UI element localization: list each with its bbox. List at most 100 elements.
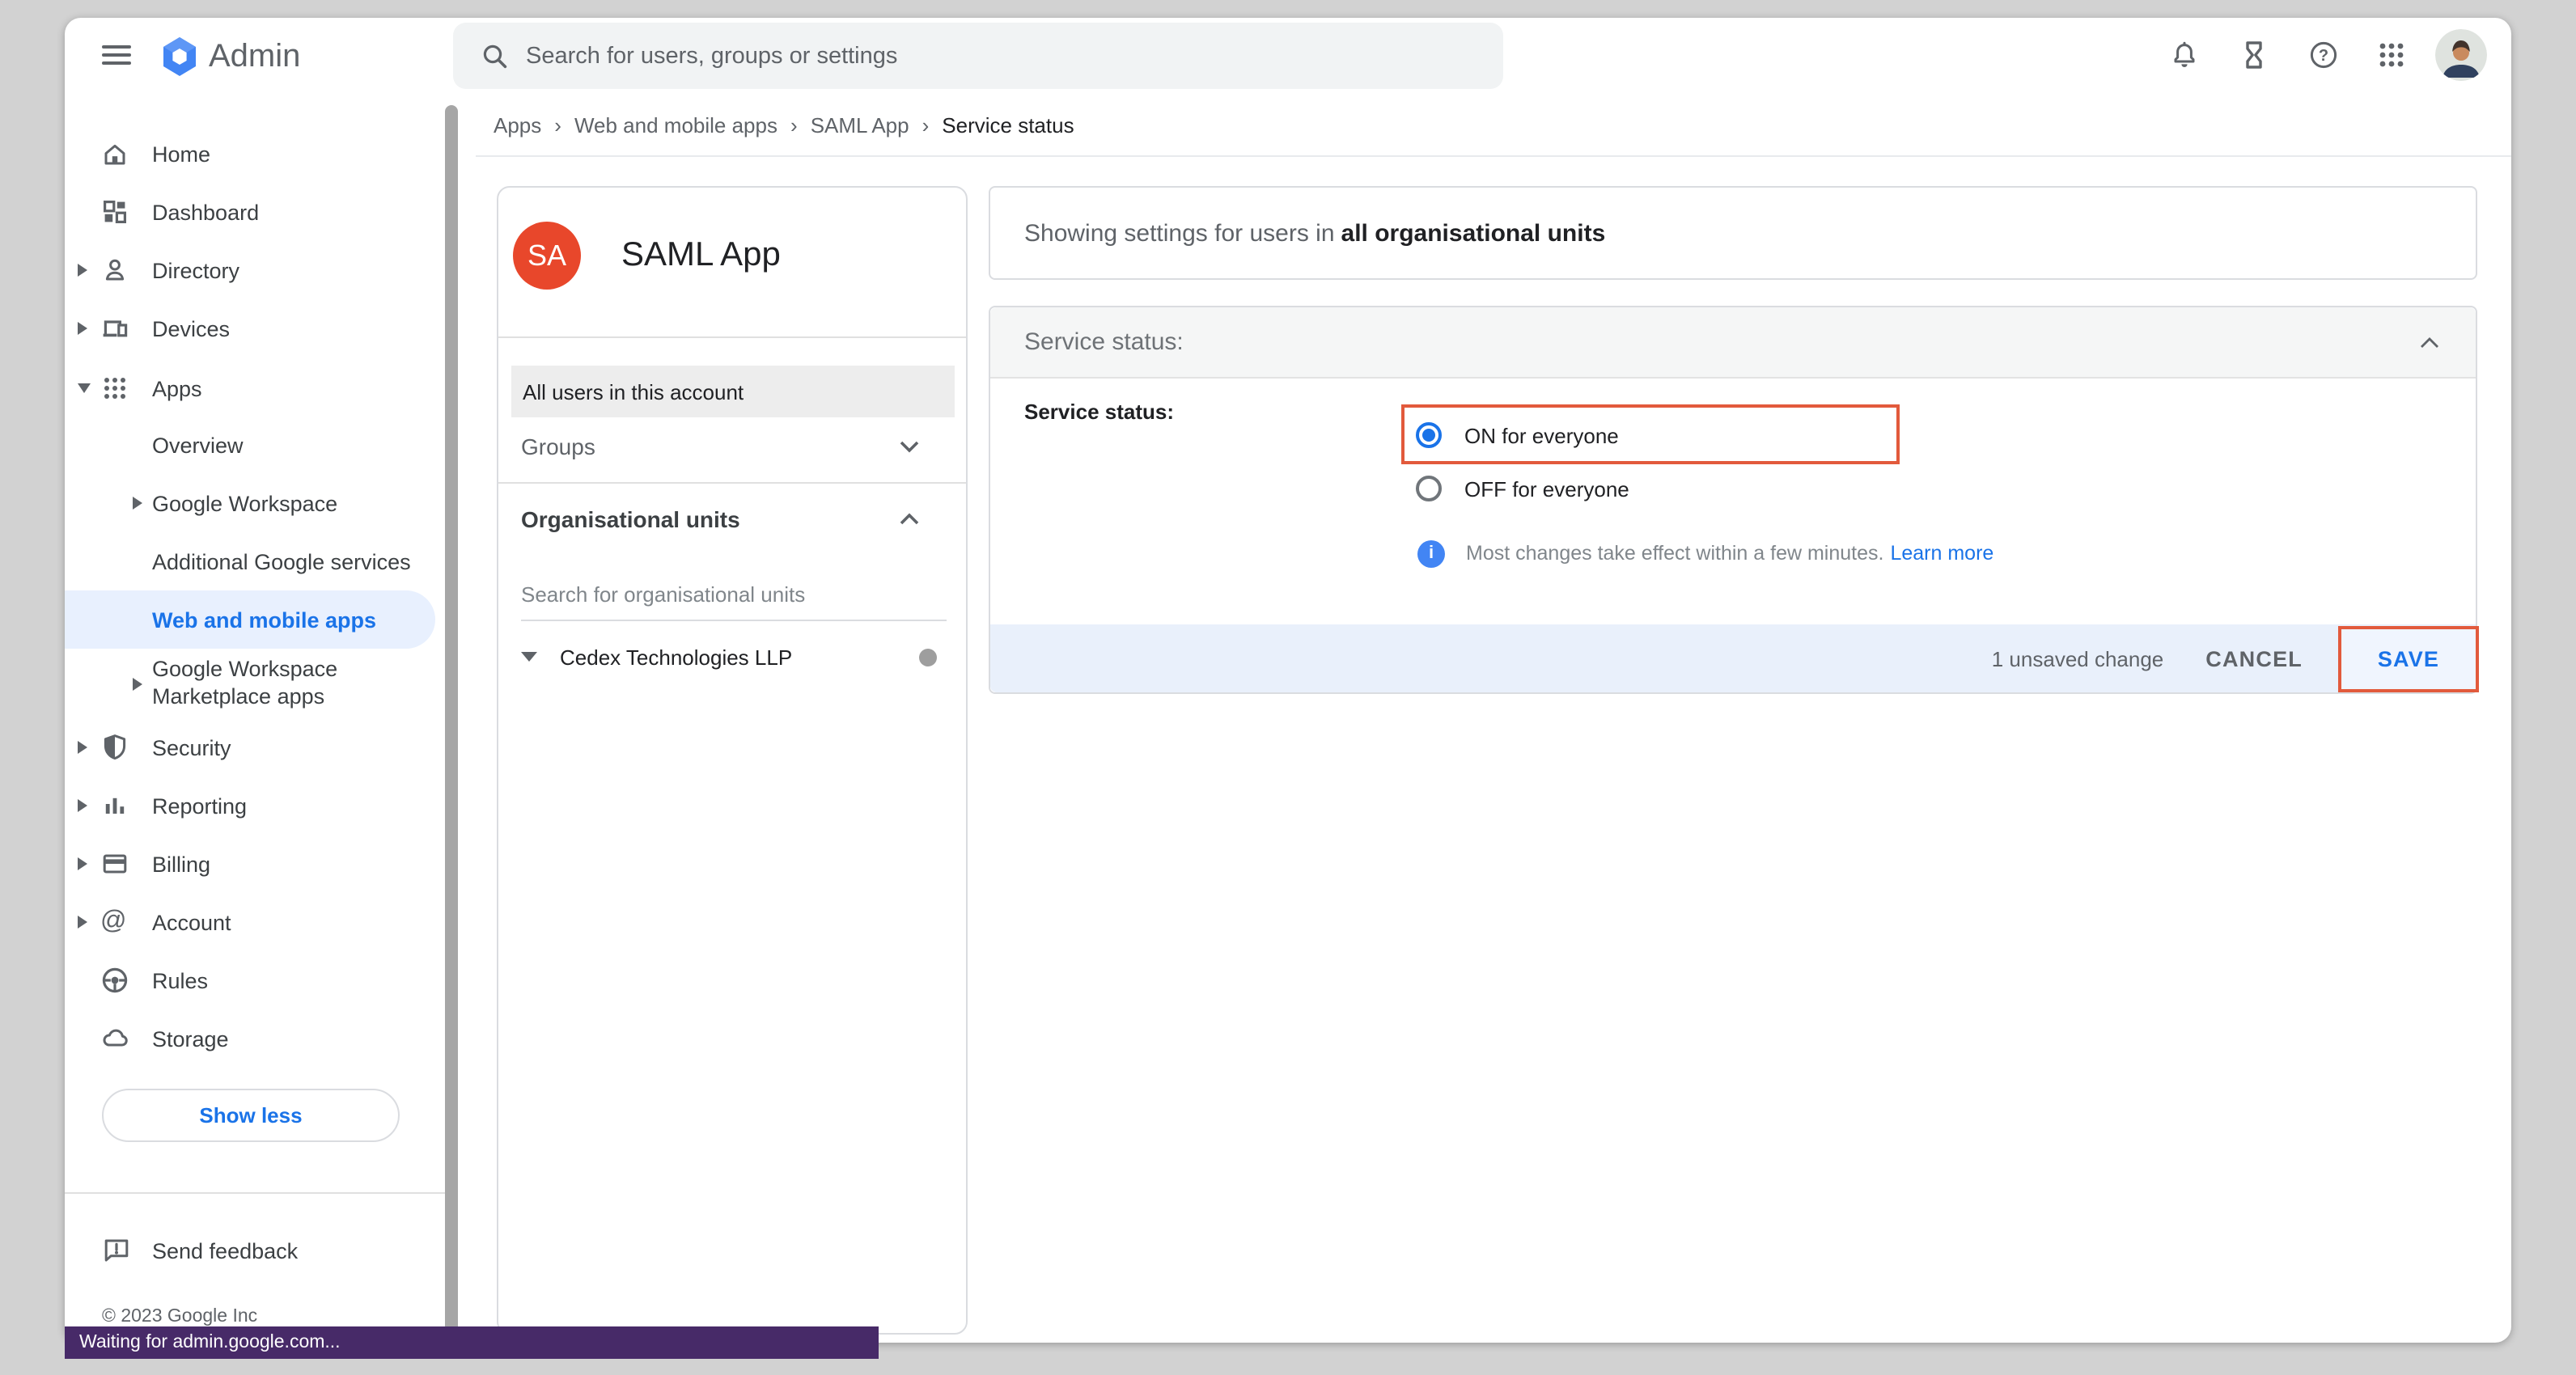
expand-right-icon	[78, 264, 87, 277]
sidebar-item-rules[interactable]: Rules	[65, 951, 445, 1009]
sidebar-item-google-workspace[interactable]: Google Workspace	[65, 474, 445, 532]
sidebar-item-label: Devices	[152, 316, 230, 341]
admin-brand: Admin	[162, 36, 300, 78]
collapse-down-icon	[78, 383, 91, 393]
service-status-body: Service status: ON for everyone OFF for …	[990, 379, 2476, 626]
admin-console-window: Admin ?	[65, 18, 2511, 1343]
cancel-button[interactable]: CANCEL	[2205, 646, 2303, 671]
sidebar-item-label: Storage	[152, 1026, 229, 1051]
info-icon	[1417, 539, 1445, 567]
radio-label: OFF for everyone	[1464, 476, 1629, 501]
header-divider	[476, 155, 2511, 157]
global-search	[453, 23, 1503, 89]
account-avatar[interactable]	[2435, 29, 2487, 81]
search-input[interactable]	[526, 43, 1484, 69]
security-icon	[100, 733, 129, 762]
apps-grid-icon[interactable]	[2375, 39, 2408, 71]
expand-right-icon	[78, 741, 87, 754]
service-status-card: Service status: Service status: ON for e…	[989, 306, 2477, 694]
save-button[interactable]: SAVE	[2338, 625, 2479, 692]
org-units-section-toggle[interactable]: Organisational units	[498, 492, 966, 547]
radio-on-for-everyone[interactable]: ON for everyone	[1416, 422, 1619, 448]
sidebar-item-web-and-mobile-apps[interactable]: Web and mobile apps	[65, 590, 435, 649]
expand-right-icon	[78, 799, 87, 812]
sidebar-item-home[interactable]: Home	[65, 125, 445, 183]
send-feedback-label: Send feedback	[152, 1238, 298, 1263]
sidebar-item-account[interactable]: Account	[65, 893, 445, 951]
sidebar-item-overview[interactable]: Overview	[65, 416, 445, 474]
card-divider	[498, 482, 966, 484]
home-icon	[100, 139, 129, 168]
send-feedback-button[interactable]: Send feedback	[65, 1221, 445, 1280]
sidebar-item-billing[interactable]: Billing	[65, 835, 445, 893]
app-summary-card: SA SAML App All users in this account Gr…	[497, 186, 968, 1335]
help-icon[interactable]: ?	[2307, 39, 2340, 71]
breadcrumb-separator: ›	[554, 112, 561, 137]
info-text: Most changes take effect within a few mi…	[1466, 542, 1883, 565]
sidebar-item-label: Apps	[152, 376, 202, 400]
show-less-button[interactable]: Show less	[102, 1089, 400, 1142]
search-icon	[481, 41, 510, 70]
org-unit-row[interactable]: Cedex Technologies LLP	[498, 634, 966, 679]
sidebar-item-label: Directory	[152, 258, 239, 282]
sidebar-item-label: Additional Google services	[152, 549, 411, 573]
sidebar-item-dashboard[interactable]: Dashboard	[65, 183, 445, 241]
sidebar-item-additional-google-services[interactable]: Additional Google services	[65, 532, 445, 590]
sidebar-item-label: Overview	[152, 433, 244, 457]
sidebar-item-storage[interactable]: Storage	[65, 1009, 445, 1068]
app-title: SAML App	[621, 236, 781, 275]
radio-off-for-everyone[interactable]: OFF for everyone	[1416, 476, 1629, 501]
breadcrumb-web-and-mobile-apps[interactable]: Web and mobile apps	[574, 112, 777, 137]
radio-unselected-icon	[1416, 476, 1442, 501]
all-users-row[interactable]: All users in this account	[511, 366, 955, 417]
service-status-header[interactable]: Service status:	[990, 307, 2476, 379]
admin-logo-icon	[162, 37, 197, 76]
learn-more-link[interactable]: Learn more	[1890, 542, 1993, 565]
unsaved-changes-text: 1 unsaved change	[1992, 646, 2164, 671]
sidebar-item-label: Billing	[152, 852, 210, 876]
sidebar-divider	[65, 1192, 453, 1194]
copyright-text: © 2023 Google Inc	[102, 1307, 257, 1326]
feedback-icon	[102, 1236, 131, 1265]
sidebar-item-devices[interactable]: Devices	[65, 299, 445, 358]
menu-icon[interactable]	[102, 45, 131, 65]
breadcrumb: Apps › Web and mobile apps › SAML App › …	[494, 110, 1074, 139]
rules-icon	[100, 966, 129, 995]
expand-right-icon	[133, 497, 142, 510]
section-title: Service status:	[1024, 328, 1184, 356]
expand-right-icon	[78, 916, 87, 929]
app-initials: SA	[527, 239, 566, 273]
sidebar-item-label: Reporting	[152, 793, 247, 818]
expand-right-icon	[133, 677, 142, 690]
billing-icon	[100, 849, 129, 878]
browser-status-bubble: Waiting for admin.google.com...	[65, 1326, 879, 1359]
desktop-background: Admin ?	[0, 0, 2576, 1375]
sidebar-item-reporting[interactable]: Reporting	[65, 776, 445, 835]
save-bar: 1 unsaved change CANCEL SAVE	[990, 624, 2476, 692]
sidebar-item-apps[interactable]: Apps	[65, 359, 445, 417]
groups-label: Groups	[521, 434, 595, 459]
notifications-icon[interactable]	[2168, 39, 2201, 71]
collapse-chevron-up-icon	[2419, 336, 2440, 349]
groups-section-toggle[interactable]: Groups	[498, 419, 966, 474]
sidebar-scrollbar[interactable]	[445, 105, 458, 1338]
org-unit-status-dot	[919, 648, 937, 666]
sidebar-item-marketplace-apps[interactable]: Google Workspace Marketplace apps	[65, 647, 445, 720]
scope-banner: Showing settings for users in all organi…	[989, 186, 2477, 280]
chevron-up-icon	[900, 513, 919, 526]
reporting-icon	[100, 791, 129, 820]
scope-emphasis: all organisational units	[1341, 219, 1606, 247]
sidebar-item-security[interactable]: Security	[65, 718, 445, 776]
tasks-hourglass-icon[interactable]	[2238, 39, 2270, 71]
breadcrumb-saml-app[interactable]: SAML App	[811, 112, 909, 137]
org-units-label: Organisational units	[521, 506, 740, 532]
tree-collapse-icon[interactable]	[521, 652, 537, 662]
org-units-search-input[interactable]	[521, 576, 947, 621]
storage-icon	[100, 1024, 129, 1053]
breadcrumb-apps[interactable]: Apps	[494, 112, 541, 137]
sidebar-item-label: Rules	[152, 968, 208, 992]
breadcrumb-current: Service status	[942, 112, 1074, 137]
devices-icon	[100, 314, 129, 343]
sidebar-item-directory[interactable]: Directory	[65, 241, 445, 299]
brand-title: Admin	[209, 38, 300, 75]
